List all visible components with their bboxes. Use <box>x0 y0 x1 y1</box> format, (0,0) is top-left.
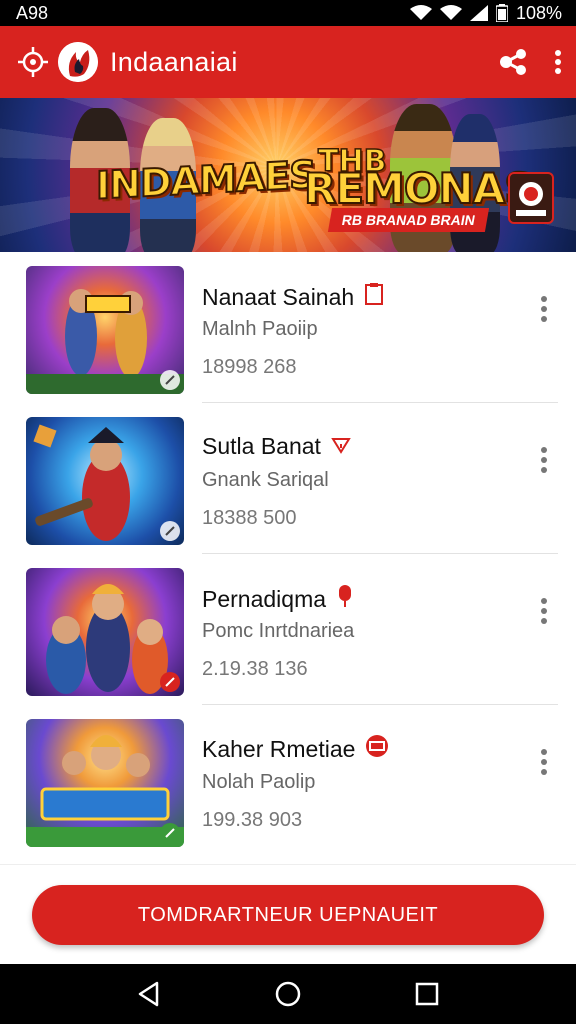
ticket-icon <box>365 735 389 763</box>
list-item[interactable]: Kaher Rmetiae Nolah Paolip 199.38 903 <box>0 705 576 856</box>
game-thumbnail[interactable] <box>26 266 184 394</box>
list-item[interactable]: Nanaat Sainah Malnh Paoiip 18998 268 <box>0 252 576 403</box>
game-title: Nanaat Sainah <box>202 282 384 312</box>
game-title-text: Sutla Banat <box>202 433 321 459</box>
game-title-text: Kaher Rmetiae <box>202 735 356 762</box>
status-time: A98 <box>16 2 49 23</box>
share-icon[interactable] <box>498 49 528 75</box>
battery-icon <box>495 4 508 22</box>
app-actions <box>498 49 562 75</box>
play-badge-icon <box>160 370 180 390</box>
status-bar: A98 108% <box>0 0 576 26</box>
game-meta: 18998 268 <box>202 356 297 378</box>
game-thumbnail[interactable] <box>26 417 184 545</box>
home-icon[interactable] <box>274 980 302 1008</box>
game-subtitle: Nolah Paolip <box>202 771 316 793</box>
app-bar: Indaanaiai <box>0 26 576 98</box>
status-icons: 108% <box>409 2 562 24</box>
flame-logo-icon <box>58 42 98 82</box>
game-meta: 18388 500 <box>202 507 297 529</box>
banner-right-title: REMONAS <box>303 163 535 214</box>
play-badge-icon <box>160 521 180 541</box>
game-subtitle: Pomc Inrtdnariea <box>202 620 355 642</box>
play-badge-icon <box>160 672 180 692</box>
list-item[interactable]: Sutla Banat Gnank Sariqal 18388 500 <box>0 403 576 554</box>
game-title: Pernadiqma <box>202 584 354 614</box>
battery-level: 108% <box>515 2 562 23</box>
wifi-icon-2 <box>439 5 462 21</box>
play-badge-icon <box>160 823 180 843</box>
banner-ribbon: RB BRANAD BRAIN <box>327 208 490 232</box>
game-thumbnail[interactable] <box>26 719 184 847</box>
app-title: Indaanaiai <box>110 46 238 77</box>
game-list: Nanaat Sainah Malnh Paoiip 18998 268 Sut… <box>0 252 576 864</box>
more-vert-icon[interactable] <box>530 294 558 324</box>
game-meta: 199.38 903 <box>202 809 303 831</box>
game-title-text: Pernadiqma <box>202 585 327 612</box>
more-vert-icon[interactable] <box>530 747 558 777</box>
list-item[interactable]: Pernadiqma Pomc Inrtdnariea 2.19.38 136 <box>0 554 576 705</box>
wifi-icon <box>409 5 432 21</box>
primary-action-button[interactable]: TOMDRARTNEUR UEPNAUEIT <box>32 885 544 945</box>
back-icon[interactable] <box>137 981 161 1007</box>
game-thumbnail[interactable] <box>26 568 184 696</box>
more-vert-icon[interactable] <box>530 445 558 475</box>
pin-icon <box>336 584 354 614</box>
funnel-icon <box>331 433 351 460</box>
game-title: Kaher Rmetiae <box>202 735 389 763</box>
featured-banner[interactable]: INDAMAES THB REMONAS RB BRANAD BRAIN <box>0 98 576 252</box>
banner-logo-icon <box>508 172 554 224</box>
more-vert-icon[interactable] <box>530 596 558 626</box>
game-title-text: Nanaat Sainah <box>202 283 355 310</box>
target-icon[interactable] <box>18 47 48 77</box>
recents-icon[interactable] <box>415 982 439 1006</box>
game-subtitle: Gnank Sariqal <box>202 469 329 491</box>
system-nav-bar <box>0 964 576 1024</box>
clipboard-icon <box>364 282 384 312</box>
signal-icon <box>469 5 488 21</box>
more-vert-icon[interactable] <box>554 49 562 75</box>
cta-area: TOMDRARTNEUR UEPNAUEIT <box>0 864 576 964</box>
game-title: Sutla Banat <box>202 433 351 460</box>
game-subtitle: Malnh Paoiip <box>202 318 318 340</box>
game-meta: 2.19.38 136 <box>202 658 308 680</box>
